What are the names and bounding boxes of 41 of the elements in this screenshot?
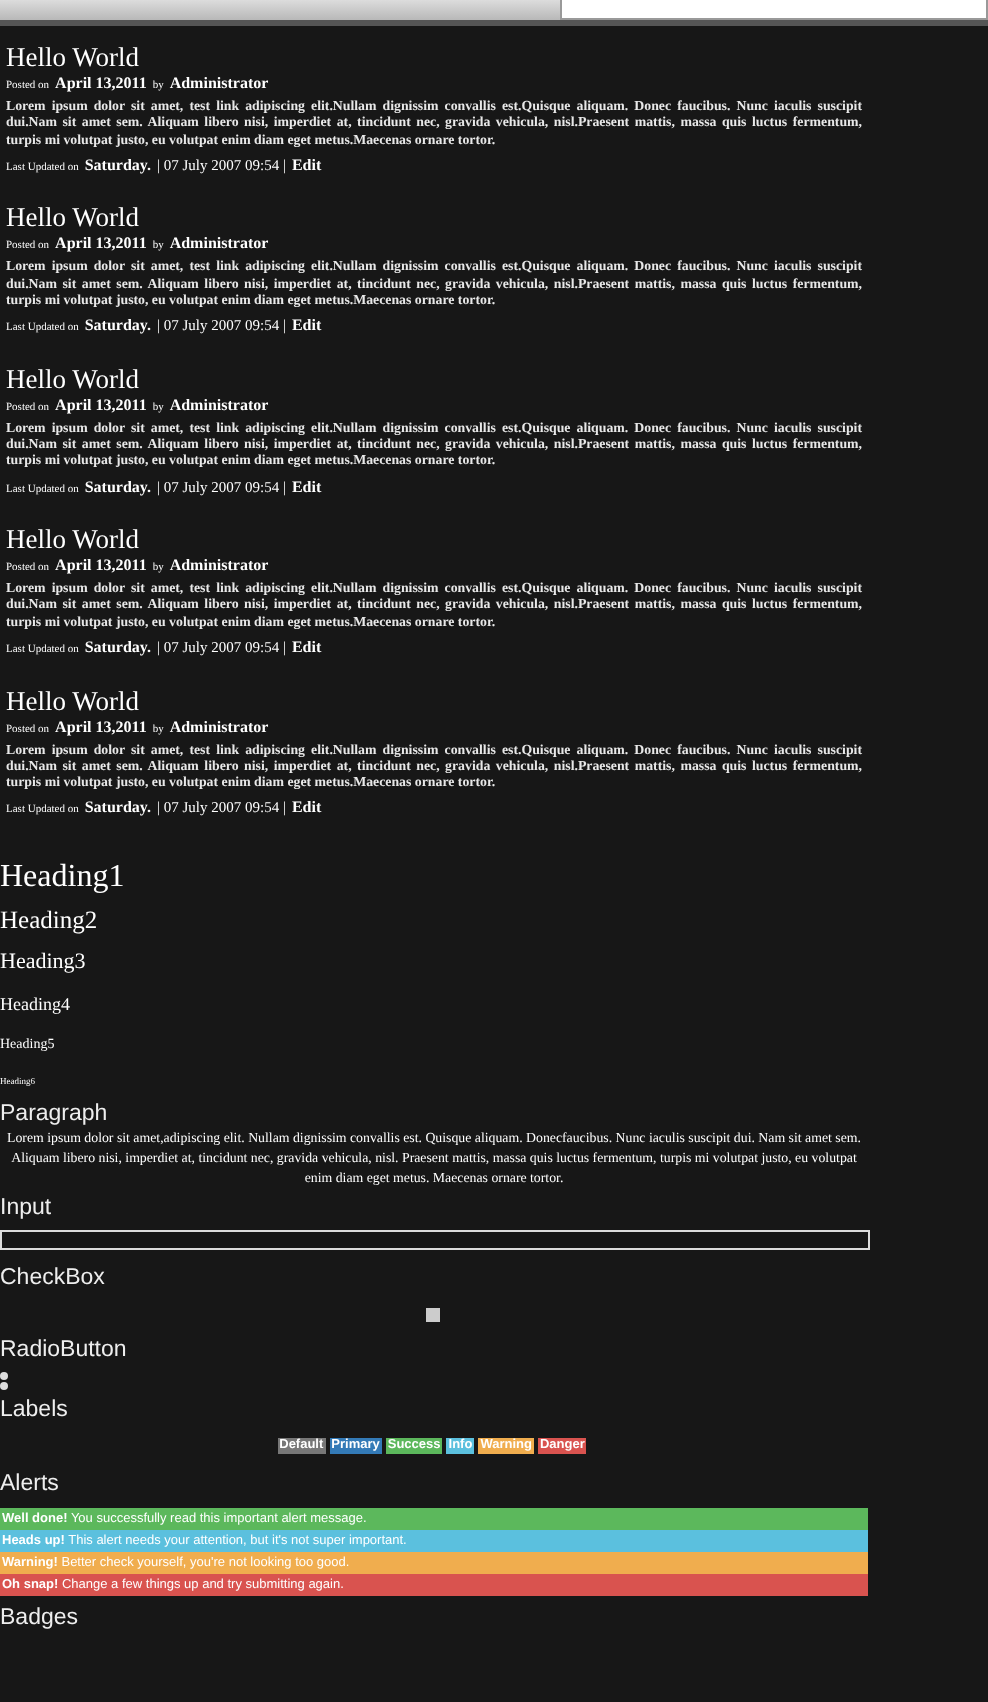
radio-button[interactable] <box>0 1371 8 1380</box>
radio-button[interactable] <box>0 1381 8 1390</box>
section-title: CheckBox <box>0 1263 107 1294</box>
post-date: April 13,2011 <box>55 395 147 416</box>
heading: Heading1 <box>0 857 127 898</box>
updated-day: Saturday. <box>84 638 151 659</box>
post-title: Hello World <box>6 200 142 235</box>
post-title: Hello World <box>6 683 142 718</box>
post-date: April 13,2011 <box>55 74 147 94</box>
post-title: Hello World <box>6 522 142 557</box>
section-title: Labels <box>0 1395 70 1426</box>
post-author: Administrator <box>169 556 269 577</box>
edit-link[interactable]: Edit <box>291 798 322 819</box>
section-title: Input <box>0 1193 54 1224</box>
updated-day: Saturday. <box>84 155 151 176</box>
updated-day: Saturday. <box>84 477 151 498</box>
heading: Heading3 <box>0 947 88 978</box>
heading: Heading2 <box>0 903 100 938</box>
checkbox[interactable] <box>425 1307 439 1322</box>
post-author: Administrator <box>169 234 269 255</box>
post-title: Hello World <box>6 40 142 74</box>
section-title: RadioButton <box>0 1335 129 1366</box>
heading: Heading4 <box>0 991 72 1018</box>
post-title: Hello World <box>6 361 142 396</box>
address-bar[interactable] <box>560 0 988 20</box>
post-author: Administrator <box>169 395 269 416</box>
updated-day: Saturday. <box>84 798 151 819</box>
post-date: April 13,2011 <box>55 556 147 577</box>
section-title: Paragraph <box>0 1099 110 1130</box>
updated-day: Saturday. <box>84 316 151 337</box>
edit-link[interactable]: Edit <box>291 477 322 498</box>
post-author: Administrator <box>169 74 269 94</box>
edit-link[interactable]: Edit <box>291 155 322 176</box>
post-author: Administrator <box>169 717 269 738</box>
section-title: Badges <box>0 1603 81 1634</box>
input-field[interactable] <box>0 1229 870 1250</box>
section-title: Alerts <box>0 1469 61 1500</box>
edit-link[interactable]: Edit <box>291 316 322 337</box>
post-date: April 13,2011 <box>55 717 147 738</box>
post-date: April 13,2011 <box>55 234 147 255</box>
edit-link[interactable]: Edit <box>291 638 322 659</box>
